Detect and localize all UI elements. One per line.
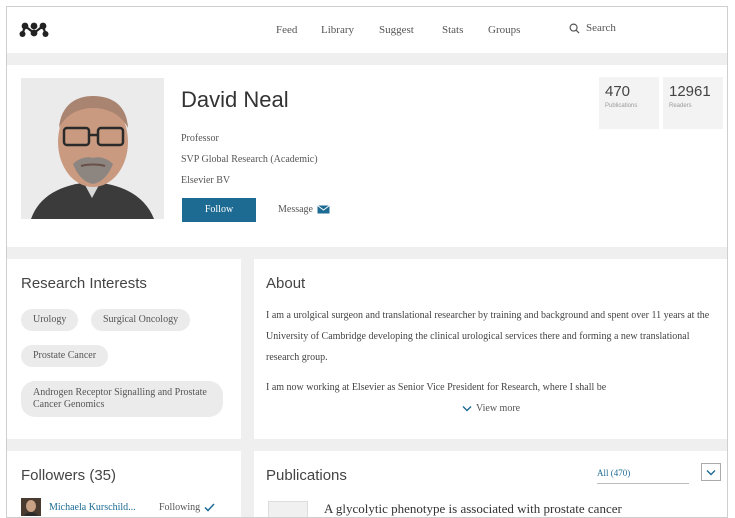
following-status[interactable]: Following	[159, 502, 215, 513]
publication-thumbnail[interactable]	[268, 501, 308, 517]
top-navbar: Feed Library Suggest Stats Groups Search	[7, 7, 727, 53]
about-paragraph: I am now working at Elsevier as Senior V…	[266, 382, 607, 393]
search-label: Search	[586, 22, 616, 34]
nav-library[interactable]: Library	[321, 24, 354, 36]
follow-button[interactable]: Follow	[182, 198, 256, 222]
view-more-label: View more	[476, 403, 521, 414]
profile-position: SVP Global Research (Academic)	[181, 154, 318, 165]
app-frame: Feed Library Suggest Stats Groups Search	[6, 6, 728, 518]
about-paragraph: I am a urolgical surgeon and translation…	[266, 310, 710, 363]
chevron-down-icon	[462, 406, 472, 412]
checkmark-icon	[204, 502, 215, 512]
research-interests-card: Research Interests Urology Surgical Onco…	[7, 259, 241, 439]
follower-row[interactable]: Michaela Kurschild... Following	[21, 497, 237, 517]
followers-card: Followers (35) Michaela Kurschild... Fol…	[7, 451, 241, 517]
envelope-icon	[317, 205, 330, 214]
stat-publications-label: Publications	[605, 103, 638, 109]
about-title: About	[266, 275, 306, 292]
view-more-link[interactable]: View more	[462, 403, 520, 414]
nav-stats[interactable]: Stats	[442, 24, 463, 36]
profile-title: Professor	[181, 133, 219, 144]
nav-suggest[interactable]: Suggest	[379, 24, 414, 36]
publications-filter[interactable]: All (470)	[597, 468, 630, 478]
avatar	[21, 498, 41, 516]
publications-dropdown-button[interactable]	[701, 463, 721, 481]
search-button[interactable]: Search	[569, 22, 616, 34]
profile-photo	[21, 78, 164, 219]
message-button[interactable]: Message	[278, 204, 330, 215]
following-label: Following	[159, 501, 201, 513]
publication-title[interactable]: A glycolytic phenotype is associated wit…	[324, 501, 622, 517]
stat-publications[interactable]: 470 Publications	[599, 77, 659, 129]
profile-name: David Neal	[181, 87, 289, 112]
interest-chip[interactable]: Prostate Cancer	[21, 345, 109, 367]
interest-chip[interactable]: Surgical Oncology	[91, 309, 191, 331]
interest-chip[interactable]: Urology	[21, 309, 79, 331]
stat-readers[interactable]: 12961 Readers	[663, 77, 723, 129]
stat-publications-value: 470	[605, 83, 631, 100]
mendeley-logo-icon[interactable]	[19, 20, 49, 40]
nav-feed[interactable]: Feed	[276, 24, 297, 36]
stat-readers-value: 12961	[669, 83, 711, 100]
search-icon	[569, 23, 580, 34]
follower-name[interactable]: Michaela Kurschild...	[49, 502, 153, 513]
interest-chip[interactable]: Androgen Receptor Signalling and Prostat…	[21, 381, 223, 417]
nav-groups[interactable]: Groups	[488, 24, 520, 36]
chevron-down-icon	[706, 469, 716, 475]
research-interests-title: Research Interests	[21, 275, 147, 292]
stat-readers-label: Readers	[669, 103, 692, 109]
publications-card: Publications All (470) A glycolytic phen…	[254, 451, 727, 517]
publications-title: Publications	[266, 467, 347, 484]
profile-card: David Neal Professor SVP Global Research…	[7, 65, 727, 247]
followers-title: Followers (35)	[21, 467, 117, 484]
about-card: About I am a urolgical surgeon and trans…	[254, 259, 727, 439]
message-label: Message	[278, 204, 313, 215]
filter-underline	[597, 483, 689, 484]
profile-organization: Elsevier BV	[181, 175, 231, 186]
